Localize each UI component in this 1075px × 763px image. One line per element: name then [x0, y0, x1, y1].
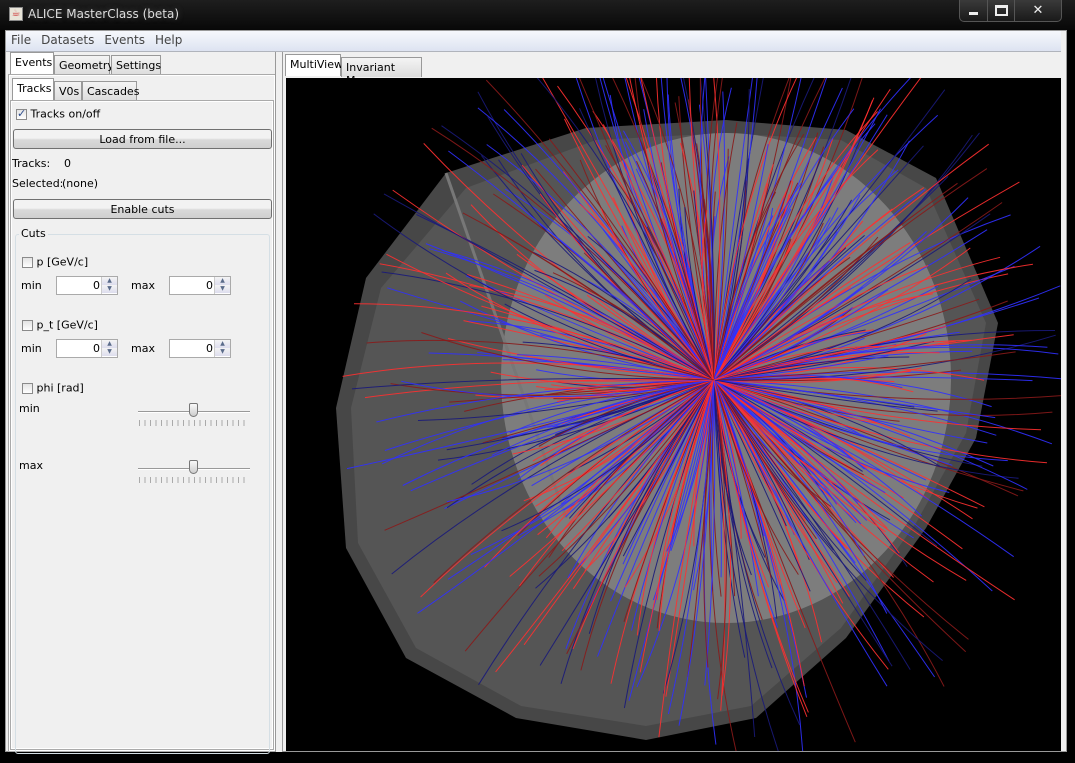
menu-events[interactable]: Events [99, 31, 150, 51]
title-bar: ☕ ALICE MasterClass (beta) [0, 0, 1075, 30]
tab-v0s[interactable]: V0s [54, 81, 82, 101]
tab-events[interactable]: Events [10, 52, 54, 74]
pt-max-label: max [131, 342, 155, 355]
pt-min-spinner[interactable]: 0 ▲ ▼ [56, 339, 118, 358]
phi-max-label: max [19, 459, 43, 472]
phi-cut-toggle[interactable]: phi [rad] [22, 381, 84, 395]
event-display-canvas[interactable] [286, 78, 1061, 751]
menu-file[interactable]: File [6, 31, 36, 51]
tab-invariant-mass[interactable]: Invariant Mass [341, 57, 422, 87]
p-cut-checkbox[interactable] [22, 256, 33, 268]
tracks-toggle-label: Tracks on/off [30, 107, 101, 121]
pt-max-spinner[interactable]: 0 ▲ ▼ [169, 339, 231, 358]
phi-min-slider[interactable] [138, 403, 250, 436]
phi-max-slider[interactable] [138, 460, 250, 493]
spinner-up-icon[interactable]: ▲ [102, 277, 117, 285]
tracks-count-label: Tracks: [12, 157, 51, 170]
phi-max-slider-thumb[interactable] [189, 460, 198, 474]
pt-cut-toggle[interactable]: p_t [GeV/c] [22, 318, 98, 332]
cuts-group-label: Cuts [19, 227, 48, 240]
minimize-button[interactable] [960, 0, 988, 21]
spinner-down-icon[interactable]: ▼ [215, 285, 230, 293]
spinner-up-icon[interactable]: ▲ [215, 340, 230, 348]
pt-cut-checkbox[interactable] [22, 319, 33, 331]
phi-min-label: min [19, 402, 40, 415]
pt-min-label: min [21, 342, 42, 355]
tab-settings[interactable]: Settings [111, 55, 161, 75]
menu-datasets[interactable]: Datasets [36, 31, 99, 51]
spinner-down-icon[interactable]: ▼ [102, 348, 117, 356]
phi-min-slider-thumb[interactable] [189, 403, 198, 417]
tab-tracks[interactable]: Tracks [12, 78, 54, 100]
enable-cuts-button[interactable]: Enable cuts [13, 199, 272, 219]
cuts-group [15, 234, 270, 754]
p-min-spinner[interactable]: 0 ▲ ▼ [56, 276, 118, 295]
window-title: ALICE MasterClass (beta) [28, 7, 179, 21]
p-min-label: min [21, 279, 42, 292]
spinner-up-icon[interactable]: ▲ [102, 340, 117, 348]
p-cut-toggle[interactable]: p [GeV/c] [22, 255, 88, 269]
p-min-value: 0 [93, 279, 100, 292]
tab-multiview[interactable]: MultiView [285, 54, 343, 76]
menu-help[interactable]: Help [150, 31, 187, 51]
split-pane-divider[interactable] [275, 52, 283, 752]
close-icon: ✕ [1032, 3, 1044, 18]
pt-min-value: 0 [93, 342, 100, 355]
minimize-icon [969, 12, 978, 15]
close-button[interactable]: ✕ [1015, 0, 1061, 21]
java-app-icon: ☕ [9, 7, 23, 21]
tracks-toggle[interactable]: Tracks on/off [16, 107, 100, 121]
p-max-label: max [131, 279, 155, 292]
pt-cut-label: p_t [GeV/c] [36, 318, 98, 332]
window-controls: ✕ [959, 0, 1062, 22]
spinner-down-icon[interactable]: ▼ [102, 285, 117, 293]
pt-max-value: 0 [206, 342, 213, 355]
selected-value: (none) [62, 177, 99, 190]
spinner-up-icon[interactable]: ▲ [215, 277, 230, 285]
load-from-file-button[interactable]: Load from file... [13, 129, 272, 149]
menu-bar: File Datasets Events Help [6, 31, 1061, 52]
tracks-toggle-checkbox[interactable] [16, 107, 27, 120]
maximize-button[interactable] [988, 0, 1015, 21]
phi-cut-checkbox[interactable] [22, 382, 33, 394]
p-cut-label: p [GeV/c] [36, 255, 89, 269]
spinner-down-icon[interactable]: ▼ [215, 348, 230, 356]
phi-cut-label: phi [rad] [36, 381, 84, 395]
selected-label: Selected: [12, 177, 64, 190]
event-display-3d-view[interactable] [286, 78, 1061, 751]
maximize-icon [994, 5, 1008, 16]
tab-cascades[interactable]: Cascades [82, 81, 139, 101]
tab-geometry[interactable]: Geometry [54, 55, 114, 75]
p-max-spinner[interactable]: 0 ▲ ▼ [169, 276, 231, 295]
p-max-value: 0 [206, 279, 213, 292]
tracks-count-value: 0 [64, 157, 71, 170]
